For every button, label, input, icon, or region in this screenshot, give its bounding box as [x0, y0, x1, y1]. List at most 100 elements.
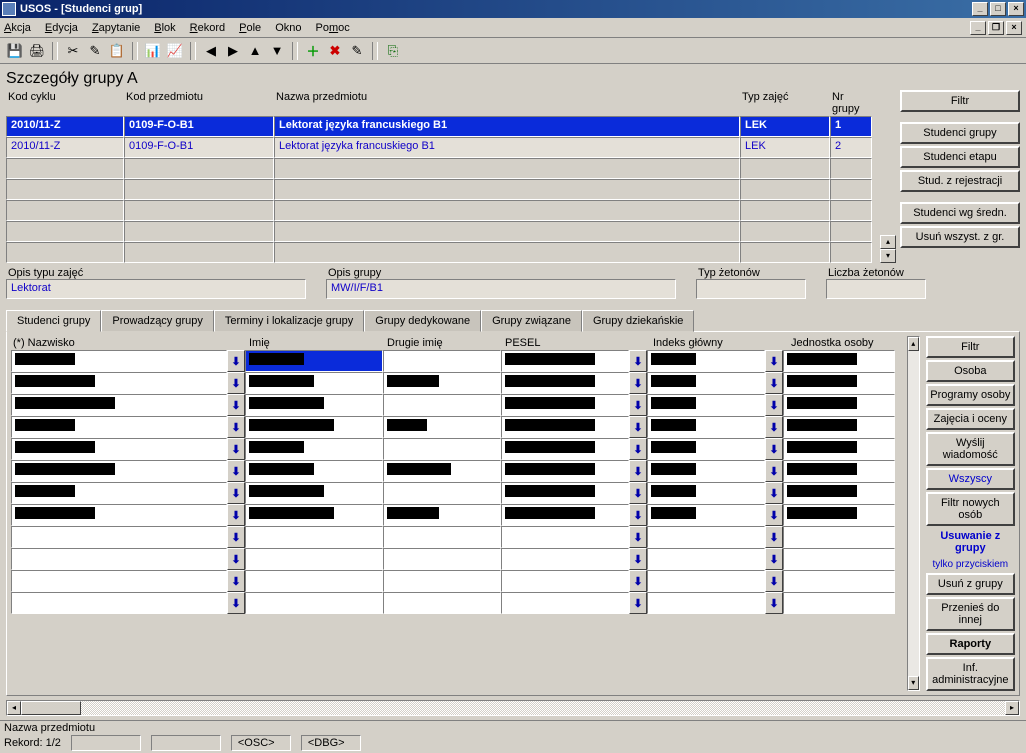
osoba-button[interactable]: Osoba — [926, 360, 1015, 382]
minimize-button[interactable]: _ — [972, 2, 988, 16]
studenci-etapu-button[interactable]: Studenci etapu — [900, 146, 1020, 168]
maximize-button[interactable]: □ — [990, 2, 1006, 16]
cell-indeks[interactable] — [647, 350, 765, 372]
student-row[interactable]: ⬇⬇⬇ — [11, 504, 901, 526]
chart2-icon[interactable]: 📈 — [166, 42, 184, 60]
lookup-button[interactable]: ⬇ — [765, 350, 783, 372]
cell-drugie[interactable] — [383, 504, 501, 526]
tab-dedykowane[interactable]: Grupy dedykowane — [364, 310, 481, 332]
cell-nazwisko[interactable] — [11, 372, 227, 394]
group-row[interactable]: 2010/11-Z 0109-F-O-B1 Lektorat języka fr… — [6, 116, 876, 137]
lookup-button[interactable]: ⬇ — [629, 526, 647, 548]
student-row[interactable]: ⬇⬇⬇ — [11, 416, 901, 438]
scroll-up-icon[interactable]: ▴ — [880, 235, 896, 249]
lookup-button[interactable]: ⬇ — [227, 548, 245, 570]
cell-nazwisko[interactable] — [11, 460, 227, 482]
cell-jednostka[interactable] — [783, 394, 895, 416]
nav-up-icon[interactable]: ▲ — [246, 42, 264, 60]
usun-button[interactable]: Usuń z grupy — [926, 573, 1015, 595]
menu-blok[interactable]: Blok — [154, 22, 175, 34]
scroll-right-icon[interactable]: ▸ — [1005, 701, 1019, 715]
lookup-button[interactable]: ⬇ — [765, 548, 783, 570]
cell-drugie[interactable] — [383, 482, 501, 504]
close-button[interactable]: × — [1008, 2, 1024, 16]
raporty-button[interactable]: Raporty — [926, 633, 1015, 655]
cell-drugie[interactable] — [383, 394, 501, 416]
scroll-up-icon[interactable]: ▴ — [908, 337, 919, 351]
student-row[interactable]: ⬇⬇⬇ — [11, 438, 901, 460]
tab-prowadzacy[interactable]: Prowadzący grupy — [101, 310, 214, 332]
group-row-empty[interactable] — [6, 242, 876, 263]
cell-pesel[interactable] — [501, 438, 629, 460]
lookup-button[interactable]: ⬇ — [629, 548, 647, 570]
cell-jednostka[interactable] — [783, 460, 895, 482]
cell-pesel[interactable] — [501, 350, 629, 372]
cell-nazwisko[interactable] — [11, 416, 227, 438]
lookup-button[interactable]: ⬇ — [227, 570, 245, 592]
scroll-left-icon[interactable]: ◂ — [7, 701, 21, 715]
tab-zwiazane[interactable]: Grupy związane — [481, 310, 582, 332]
lookup-button[interactable]: ⬇ — [227, 372, 245, 394]
filtr2-button[interactable]: Filtr — [926, 336, 1015, 358]
studenci-sredn-button[interactable]: Studenci wg średn. — [900, 202, 1020, 224]
menu-zapytanie[interactable]: Zapytanie — [92, 22, 140, 34]
student-row-empty[interactable]: ⬇ ⬇ ⬇ — [11, 548, 901, 570]
lookup-button[interactable]: ⬇ — [227, 394, 245, 416]
filtr-nowych-button[interactable]: Filtr nowych osób — [926, 492, 1015, 526]
student-row[interactable]: ⬇⬇⬇ — [11, 350, 901, 372]
cell-jednostka[interactable] — [783, 372, 895, 394]
lookup-button[interactable]: ⬇ — [629, 570, 647, 592]
opis-grupy-field[interactable]: MW/I/F/B1 — [326, 279, 676, 299]
student-row-empty[interactable]: ⬇⬇⬇ — [11, 526, 901, 548]
cell-imie[interactable] — [245, 504, 383, 526]
cell-jednostka[interactable] — [783, 504, 895, 526]
cell-indeks[interactable] — [647, 416, 765, 438]
lookup-button[interactable]: ⬇ — [629, 592, 647, 614]
cell-jednostka[interactable] — [783, 350, 895, 372]
lookup-button[interactable]: ⬇ — [227, 416, 245, 438]
cell-indeks[interactable] — [647, 460, 765, 482]
lookup-button[interactable]: ⬇ — [629, 372, 647, 394]
student-row-empty[interactable]: ⬇⬇⬇ — [11, 570, 901, 592]
group-row-empty[interactable] — [6, 221, 876, 242]
lookup-button[interactable]: ⬇ — [765, 526, 783, 548]
cell-nazwisko[interactable] — [11, 350, 227, 372]
lookup-button[interactable]: ⬇ — [629, 482, 647, 504]
student-row[interactable]: ⬇⬇⬇ — [11, 372, 901, 394]
zajecia-button[interactable]: Zajęcia i oceny — [926, 408, 1015, 430]
cell-imie[interactable] — [245, 350, 383, 372]
cell-nazwisko[interactable] — [11, 438, 227, 460]
add-icon[interactable]: ＋ — [304, 42, 322, 60]
menu-pomoc[interactable]: Pomoc — [315, 22, 349, 34]
cell-indeks[interactable] — [647, 504, 765, 526]
cell-imie[interactable] — [245, 372, 383, 394]
cell-indeks[interactable] — [647, 438, 765, 460]
lookup-button[interactable]: ⬇ — [227, 460, 245, 482]
cut-icon[interactable]: ✂ — [64, 42, 82, 60]
cell-pesel[interactable] — [501, 372, 629, 394]
mdi-close-button[interactable]: × — [1006, 21, 1022, 35]
exit-icon[interactable]: ⎘ — [384, 42, 402, 60]
lookup-button[interactable]: ⬇ — [629, 460, 647, 482]
lookup-button[interactable]: ⬇ — [765, 504, 783, 526]
group-row[interactable]: 2010/11-Z 0109-F-O-B1 Lektorat języka fr… — [6, 137, 876, 158]
edit-icon[interactable]: ✎ — [86, 42, 104, 60]
lookup-button[interactable]: ⬇ — [227, 350, 245, 372]
student-scrollbar[interactable]: ▴ ▾ — [907, 336, 920, 691]
student-row[interactable]: ⬇⬇⬇ — [11, 482, 901, 504]
cell-drugie[interactable] — [383, 438, 501, 460]
cell-imie[interactable] — [245, 482, 383, 504]
lookup-button[interactable]: ⬇ — [629, 394, 647, 416]
cell-pesel[interactable] — [501, 460, 629, 482]
filtr-button[interactable]: Filtr — [900, 90, 1020, 112]
paste-icon[interactable]: 📋 — [108, 42, 126, 60]
menu-pole[interactable]: Pole — [239, 22, 261, 34]
group-row-empty[interactable] — [6, 179, 876, 200]
cell-pesel[interactable] — [501, 504, 629, 526]
lookup-button[interactable]: ⬇ — [227, 482, 245, 504]
delete-icon[interactable]: ✖ — [326, 42, 344, 60]
stud-rejestracji-button[interactable]: Stud. z rejestracji — [900, 170, 1020, 192]
cell-nazwisko[interactable] — [11, 394, 227, 416]
wyslij-button[interactable]: Wyślij wiadomość — [926, 432, 1015, 466]
wszyscy-button[interactable]: Wszyscy — [926, 468, 1015, 490]
